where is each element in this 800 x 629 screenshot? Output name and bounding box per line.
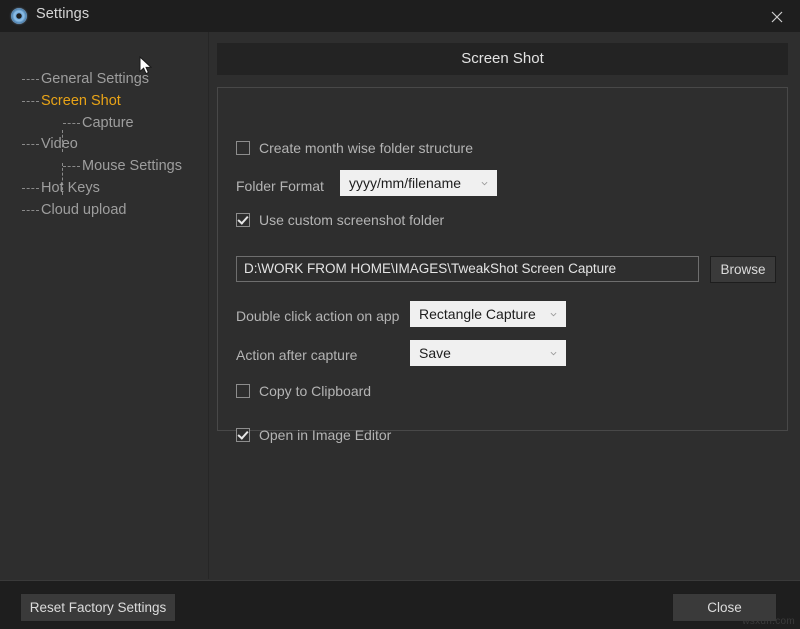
create-month-folder-label: Create month wise folder structure (259, 139, 473, 157)
sidebar-item-label: Video (41, 133, 78, 155)
action-after-capture-label: Action after capture (236, 345, 357, 365)
tree-dash (22, 210, 39, 211)
open-in-image-editor-checkbox-row[interactable]: Open in Image Editor (236, 425, 391, 445)
reset-factory-settings-button[interactable]: Reset Factory Settings (20, 593, 176, 622)
double-click-action-select[interactable]: Rectangle Capture (410, 301, 566, 327)
folder-format-select[interactable]: yyyy/mm/filename (340, 170, 497, 196)
browse-button[interactable]: Browse (710, 256, 776, 283)
app-circle-icon (11, 8, 27, 24)
action-after-capture-value: Save (419, 340, 451, 366)
double-click-action-value: Rectangle Capture (419, 301, 536, 327)
main-panel: Screen Shot Create month wise folder str… (209, 32, 800, 579)
sidebar-item-label: Screen Shot (41, 90, 121, 112)
screenshot-folder-path-input[interactable]: D:\WORK FROM HOME\IMAGES\TweakShot Scree… (236, 256, 699, 282)
sidebar: General Settings Screen Shot Capture Vid… (0, 32, 209, 579)
copy-to-clipboard-checkbox-row[interactable]: Copy to Clipboard (236, 381, 371, 401)
copy-to-clipboard-label: Copy to Clipboard (259, 382, 371, 400)
screenshot-settings-group: Create month wise folder structure Folde… (217, 87, 788, 431)
double-click-action-label: Double click action on app (236, 306, 399, 326)
folder-format-value: yyyy/mm/filename (349, 170, 461, 196)
sidebar-item-label: Capture (82, 112, 134, 134)
sidebar-item-label: Mouse Settings (82, 155, 182, 177)
tree-dash (63, 166, 80, 167)
action-after-capture-select[interactable]: Save (410, 340, 566, 366)
close-glyph (771, 11, 783, 23)
close-icon[interactable] (754, 0, 800, 32)
open-in-image-editor-label: Open in Image Editor (259, 426, 391, 444)
tree-dash (22, 144, 39, 145)
open-in-image-editor-checkbox[interactable] (236, 428, 250, 442)
tree-dash (22, 188, 39, 189)
chevron-down-icon (550, 350, 557, 357)
copy-to-clipboard-checkbox[interactable] (236, 384, 250, 398)
title-bar: Settings (0, 0, 800, 33)
close-button[interactable]: Close (672, 593, 777, 622)
folder-format-label: Folder Format (236, 176, 324, 196)
sidebar-item-label: Cloud upload (41, 199, 126, 221)
sidebar-item-label: Hot Keys (41, 177, 100, 199)
settings-window: Settings General Settings Screen Shot Ca… (0, 0, 800, 628)
footer-bar: Reset Factory Settings Close wsxdn.com (0, 580, 800, 629)
create-month-folder-checkbox[interactable] (236, 141, 250, 155)
use-custom-folder-label: Use custom screenshot folder (259, 211, 444, 229)
tree-dash (22, 101, 39, 102)
use-custom-folder-checkbox-row[interactable]: Use custom screenshot folder (236, 210, 444, 230)
screenshot-folder-path-value: D:\WORK FROM HOME\IMAGES\TweakShot Scree… (244, 257, 616, 281)
use-custom-folder-checkbox[interactable] (236, 213, 250, 227)
window-title: Settings (36, 6, 89, 22)
chevron-down-icon (550, 311, 557, 318)
tree-dash (22, 79, 39, 80)
chevron-down-icon (481, 180, 488, 187)
settings-tree: General Settings Screen Shot Capture Vid… (0, 32, 208, 579)
page-title: Screen Shot (217, 43, 788, 75)
create-month-folder-checkbox-row[interactable]: Create month wise folder structure (236, 138, 473, 158)
sidebar-item-label: General Settings (41, 68, 149, 90)
tree-dash (63, 123, 80, 124)
